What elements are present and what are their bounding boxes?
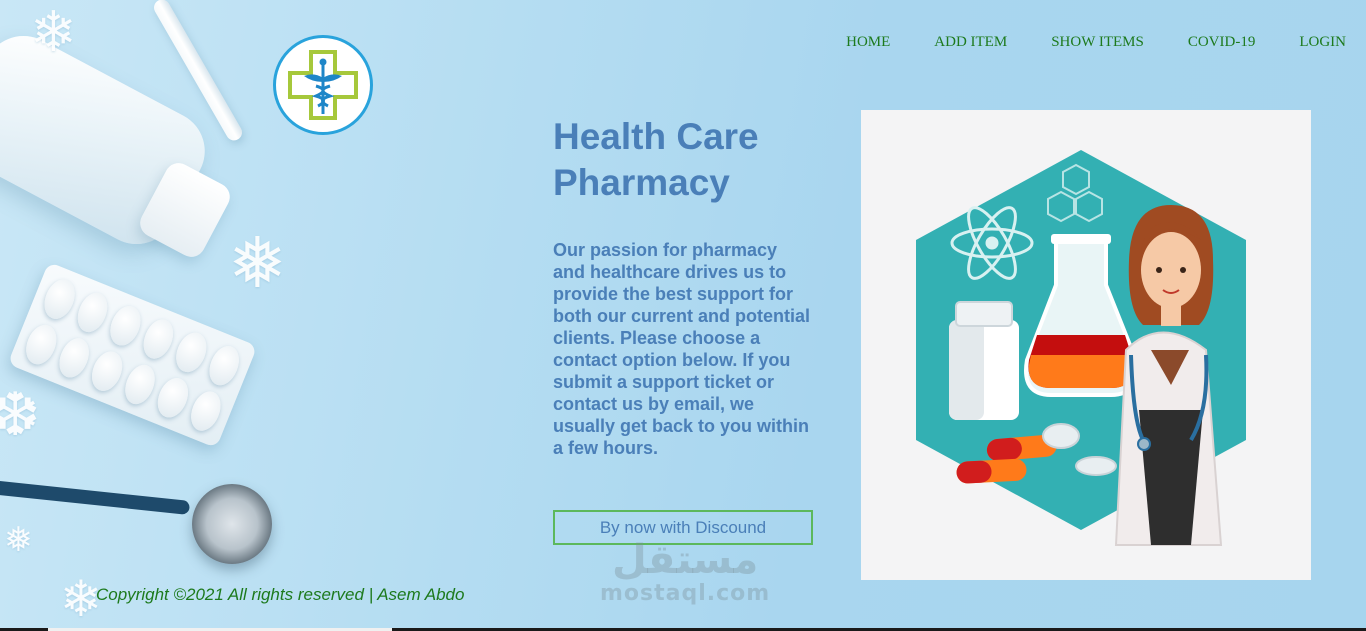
- watermark-arabic: مستقل: [611, 537, 759, 583]
- mostaql-watermark: مستقل mostaql.com: [600, 538, 770, 606]
- copyright-text: Copyright ©2021 All rights reserved | As…: [96, 585, 465, 604]
- doctor-pharmacy-illustration-icon: [916, 150, 1246, 546]
- title-line-1: Health Care: [553, 116, 759, 157]
- stethoscope-head-image: [192, 484, 272, 564]
- snowflake-icon: ❅: [4, 520, 33, 560]
- nav-covid-19[interactable]: COVID-19: [1188, 34, 1256, 51]
- caduceus-cross-icon: [288, 50, 358, 120]
- page-title: Health Care Pharmacy: [553, 114, 813, 206]
- nav-home[interactable]: HOME: [846, 34, 890, 51]
- pill-blister-pack-image: [7, 261, 258, 449]
- snowflake-icon: ❆: [0, 380, 41, 450]
- hero-section: Health Care Pharmacy Our passion for pha…: [553, 114, 813, 459]
- snowflake-icon: ❄: [30, 0, 77, 65]
- nav-add-item[interactable]: ADD ITEM: [934, 34, 1007, 51]
- watermark-latin: mostaql.com: [600, 581, 771, 606]
- page-background: ❄ ❅ ❆ ❄ ❅ HOME ADD ITEM SHOW ITEMS COVID…: [0, 0, 1366, 631]
- pharmacy-logo[interactable]: [273, 35, 373, 135]
- doctor-illustration: [861, 110, 1311, 580]
- snowflake-icon: ❅: [228, 222, 287, 304]
- nav-show-items[interactable]: SHOW ITEMS: [1051, 34, 1144, 51]
- nav-login[interactable]: LOGIN: [1299, 34, 1346, 51]
- main-nav: HOME ADD ITEM SHOW ITEMS COVID-19 LOGIN: [800, 34, 1366, 51]
- hero-description: Our passion for pharmacy and healthcare …: [553, 240, 810, 458]
- title-line-2: Pharmacy: [553, 162, 730, 203]
- stethoscope-tube-image: [0, 479, 191, 515]
